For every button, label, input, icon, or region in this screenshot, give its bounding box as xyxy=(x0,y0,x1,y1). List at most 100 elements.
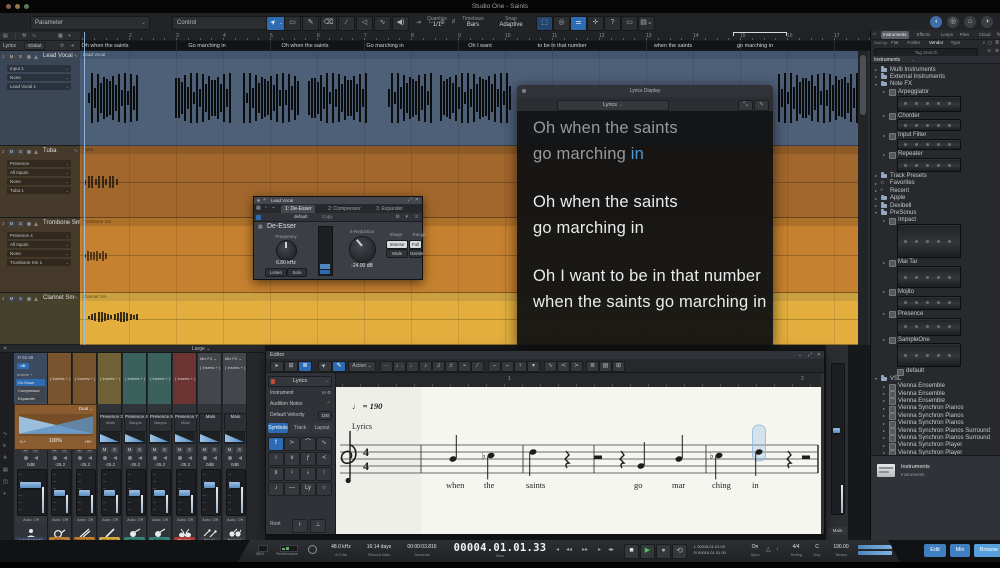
editor-dropdown-icon[interactable]: ⌄ xyxy=(798,352,802,358)
shape-wide-button[interactable]: Wide xyxy=(386,249,408,258)
automation-mode-button[interactable]: Auto: Off xyxy=(50,516,70,523)
channel-mute-button[interactable]: M xyxy=(201,447,208,453)
view-button-edit[interactable]: Edit xyxy=(924,544,946,557)
audition-check-icon[interactable]: ✓ xyxy=(327,400,331,406)
lyrics-lane[interactable]: Oh when the saintsGo marching inOh when … xyxy=(80,41,870,51)
editor-pin-icon[interactable]: ▸ xyxy=(270,361,284,372)
tree-item-sampleone[interactable]: ▸SampleOne xyxy=(871,336,1000,343)
inserts-label[interactable]: ( Inserts + ) xyxy=(225,365,245,370)
automation-mode-button[interactable]: Auto: Off xyxy=(200,516,220,523)
expander-icon[interactable]: ▸ xyxy=(883,133,885,138)
track-record-icon[interactable] xyxy=(27,222,31,226)
channel-fader[interactable] xyxy=(17,469,47,516)
symbol-0[interactable]: f xyxy=(268,437,284,451)
plugin-tab-expander[interactable]: 3: Expander xyxy=(372,205,407,213)
tree-item-vienna-synchron-pianos[interactable]: ▸Vienna Synchron Pianos xyxy=(871,405,1000,412)
loop-range-marker[interactable] xyxy=(733,32,787,36)
eraser-tool[interactable]: ⌫ xyxy=(320,16,337,31)
expander-icon[interactable]: ▸ xyxy=(883,113,885,118)
precount-icon[interactable] xyxy=(308,545,317,554)
loop-range-display[interactable]: L 00015.01.01.00 R 00016.01.01.00 xyxy=(694,544,742,556)
channel-fader[interactable] xyxy=(101,469,121,516)
automation-mode-button[interactable]: Auto: Off xyxy=(16,516,46,523)
resize-text-icon[interactable]: ⤡ xyxy=(738,100,753,111)
note-value-1[interactable]: ♩. xyxy=(393,361,406,372)
tree-item-mojito[interactable]: ▸Mojito xyxy=(871,288,1000,295)
sort-option-folder[interactable]: Folder xyxy=(907,40,920,45)
preset-thumbnail-arpeggiator[interactable] xyxy=(897,96,961,112)
plugin-clock-icon[interactable]: ◔ xyxy=(264,205,267,211)
tree-item-external-instruments[interactable]: ▸External Instruments xyxy=(871,73,1000,80)
link-icon[interactable]: ⊙ xyxy=(987,48,991,54)
lyric-event[interactable]: Oh I want xyxy=(468,43,492,49)
fader-cap[interactable] xyxy=(129,490,140,496)
action-menu[interactable]: Action ⌄ xyxy=(348,361,376,372)
channel-mute-button[interactable]: M xyxy=(101,447,108,453)
inserts-label[interactable]: ( Inserts + ) xyxy=(150,376,170,381)
expander-icon[interactable]: ▸ xyxy=(883,289,885,294)
automation-mode-button[interactable]: Auto: Off xyxy=(150,516,170,523)
channel-pan[interactable] xyxy=(149,432,170,444)
tempo-tap-toggle[interactable] xyxy=(896,546,910,554)
channel-record-icon[interactable] xyxy=(203,456,207,460)
symbol-4[interactable]: ≀ xyxy=(268,452,284,466)
note-value-0[interactable]: ∙∙ xyxy=(380,361,393,372)
record-button[interactable]: ● xyxy=(656,544,671,559)
tree-item-note-fx[interactable]: ▾Note FX xyxy=(871,81,1000,88)
symbol-10[interactable]: ♭ xyxy=(300,467,316,481)
expander-icon[interactable]: ▸ xyxy=(883,384,885,389)
expander-icon[interactable]: ▸ xyxy=(883,337,885,342)
panel-tab-layout[interactable]: Layout xyxy=(312,423,332,433)
track-mute-button[interactable]: M xyxy=(8,54,15,60)
articulation-3[interactable]: ▾ xyxy=(527,361,540,372)
tree-item-default[interactable]: default xyxy=(871,368,1000,375)
db-chip[interactable]: dB xyxy=(17,363,29,369)
pan-triangles[interactable] xyxy=(19,414,93,436)
pan-mode-dropdown[interactable]: Dual ⌄ xyxy=(79,406,93,412)
plugin-copy-button[interactable]: Copy xyxy=(322,214,333,219)
tree-item-presonus[interactable]: ▾PreSonus xyxy=(871,209,1000,216)
browser-panel-icon[interactable]: ▢ xyxy=(988,40,992,46)
sort-option-type[interactable]: Type xyxy=(951,40,961,45)
listen-tool[interactable]: ◀) xyxy=(392,16,409,31)
track-list-icon[interactable]: ▤ xyxy=(3,33,8,39)
expander-icon[interactable]: ▸ xyxy=(875,203,877,208)
expander-icon[interactable]: ▸ xyxy=(875,181,877,186)
automation-mode-button[interactable]: Auto: Off xyxy=(225,516,245,523)
expander-icon[interactable]: ▸ xyxy=(883,435,885,440)
metronome-icon[interactable]: △ xyxy=(766,546,771,553)
dynamics-0[interactable]: ∿ xyxy=(544,361,557,372)
track-slot-3[interactable]: Trombone Sm 1⌄ xyxy=(7,259,71,266)
lyrics-window-titlebar[interactable]: Lyrics Display xyxy=(517,85,773,97)
insert-slot-compressor[interactable]: Compressor xyxy=(16,387,45,394)
sort-option-vendor[interactable]: Vendor xyxy=(929,40,943,45)
track-slot-2[interactable]: None⌄ xyxy=(7,178,71,185)
automation-mode-button[interactable]: Auto: Off xyxy=(75,516,95,523)
tree-item-vienna-synchron-pianos-surround[interactable]: ▸Vienna Synchron Pianos Surround xyxy=(871,434,1000,441)
channel-device[interactable]: Presence 5Banjos xyxy=(149,413,172,432)
channel-record-icon[interactable] xyxy=(53,456,57,460)
symbol-12[interactable]: ♪ xyxy=(268,482,284,496)
fader-cap[interactable] xyxy=(204,482,215,488)
lyric-event[interactable]: Oh when the saints xyxy=(81,43,128,49)
channel-strip-drums[interactable]: ( Inserts + )Presence 7MainMS-25.2Auto: … xyxy=(173,353,197,540)
lyrics-scope-dropdown[interactable]: Global xyxy=(24,42,45,50)
metronome-toggle[interactable]: ▭ xyxy=(621,16,638,31)
preset-thumbnail-sampleone[interactable] xyxy=(897,343,961,367)
channel-fader[interactable] xyxy=(226,469,246,516)
editor-link-icon[interactable]: ≣ xyxy=(298,361,312,372)
track-monitor-icon[interactable] xyxy=(34,222,38,226)
instrument-mute-icon[interactable]: M ⚙ xyxy=(322,390,331,396)
browser-search-icon[interactable]: ⌕ xyxy=(982,40,985,45)
click-note-icon[interactable]: ♩ xyxy=(776,546,782,552)
dynamics-2[interactable]: ≻ xyxy=(570,361,583,372)
channel-pan[interactable] xyxy=(199,432,220,444)
instrument-row[interactable]: Instrument xyxy=(270,388,294,398)
expander-icon[interactable]: ▸ xyxy=(883,218,885,223)
quantize-selector[interactable]: Quantize1/1 xyxy=(420,16,454,28)
track-monitor-icon[interactable] xyxy=(34,297,38,301)
browser-home-icon[interactable]: ⌂ xyxy=(873,31,876,37)
inserts-label[interactable]: ( Inserts + ) xyxy=(175,376,195,381)
browser-tab-instruments[interactable]: Instruments xyxy=(881,31,909,39)
main-fader-well[interactable] xyxy=(831,363,845,515)
